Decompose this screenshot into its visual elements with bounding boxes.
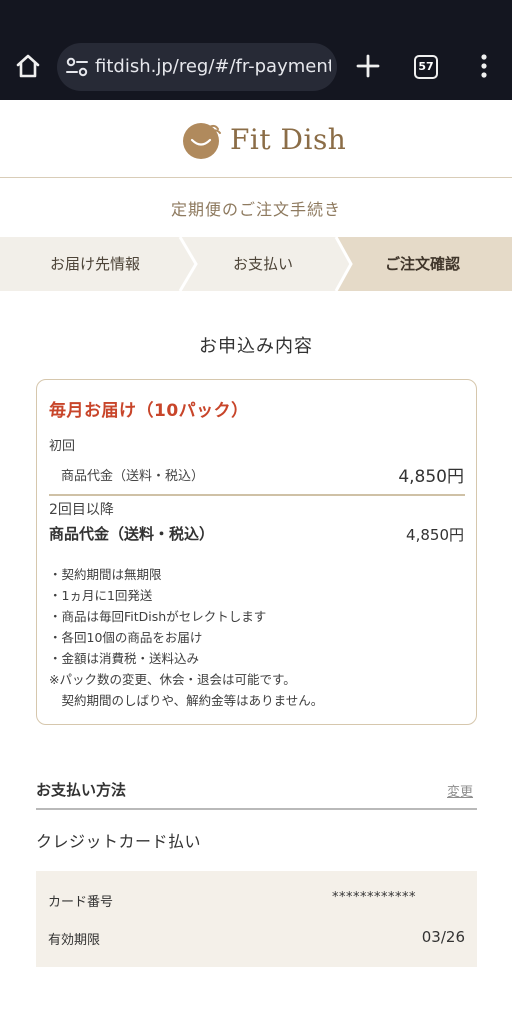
step-indicator: お届け先情報 お支払い ご注文確認 bbox=[0, 237, 512, 291]
recurring-price-label: 商品代金（送料・税込） bbox=[49, 525, 215, 543]
url-text[interactable]: fitdish.jp/reg/#/fr-payment- bbox=[95, 55, 331, 79]
home-icon[interactable] bbox=[14, 52, 42, 80]
new-tab-icon[interactable] bbox=[354, 52, 382, 80]
browser-toolbar: fitdish.jp/reg/#/fr-payment- 57 bbox=[0, 0, 512, 100]
credit-card-details: カード番号 ************ 有効期限 03/26 bbox=[36, 871, 477, 967]
card-divider bbox=[49, 494, 465, 496]
step-order-confirmation: ご注文確認 bbox=[385, 255, 461, 273]
step-shipping-info: お届け先情報 bbox=[50, 255, 141, 273]
tab-switcher-button[interactable]: 57 bbox=[414, 55, 438, 79]
site-header: Fit Dish bbox=[0, 100, 512, 178]
order-summary-card: 毎月お届け（10パック） 初回 商品代金（送料・税込） 4,850円 2回目以降… bbox=[36, 379, 477, 725]
plan-note: ※パック数の変更、休会・退会は可能です。 bbox=[49, 672, 296, 687]
address-bar[interactable]: fitdish.jp/reg/#/fr-payment- bbox=[57, 43, 337, 91]
plan-note: ・契約期間は無期限 bbox=[49, 567, 162, 582]
payment-method-value: クレジットカード払い bbox=[36, 832, 202, 851]
plan-note: ・金額は消費税・送料込み bbox=[49, 651, 200, 666]
subtitle-band: 定期便のご注文手続き bbox=[0, 179, 512, 237]
expiry-label: 有効期限 bbox=[48, 933, 101, 948]
payment-method-heading: お支払い方法 bbox=[36, 781, 127, 799]
page-subtitle: 定期便のご注文手続き bbox=[170, 200, 341, 219]
site-settings-icon[interactable] bbox=[65, 56, 89, 78]
fitdish-logo-icon bbox=[183, 123, 221, 159]
expiry-value: 03/26 bbox=[421, 928, 465, 946]
recurring-price-value: 4,850円 bbox=[406, 526, 464, 544]
change-payment-link[interactable]: 変更 bbox=[447, 781, 473, 800]
plan-note: 契約期間のしばりや、解約金等はありません。 bbox=[49, 693, 324, 708]
plan-title: 毎月お届け（10パック） bbox=[49, 401, 249, 421]
step-payment: お支払い bbox=[233, 255, 294, 273]
recurring-delivery-label: 2回目以降 bbox=[49, 502, 114, 518]
first-price-label: 商品代金（送料・税込） bbox=[61, 469, 205, 484]
plan-note: ・商品は毎回FitDishがセレクトします bbox=[49, 609, 267, 624]
plan-note: ・1ヵ月に1回発送 bbox=[49, 588, 153, 603]
first-delivery-label: 初回 bbox=[49, 439, 76, 454]
card-number-value: ************ bbox=[332, 890, 416, 905]
plan-notes: ・契約期間は無期限 ・1ヵ月に1回発送 ・商品は毎回FitDishがセレクトしま… bbox=[49, 564, 469, 711]
plan-note: ・各回10個の商品をお届け bbox=[49, 630, 203, 645]
brand-name: Fit Dish bbox=[230, 123, 347, 156]
section-title: お申込み内容 bbox=[199, 336, 313, 357]
more-menu-icon[interactable] bbox=[472, 52, 496, 80]
card-number-label: カード番号 bbox=[48, 895, 114, 910]
payment-divider bbox=[36, 808, 477, 810]
first-price-value: 4,850円 bbox=[398, 467, 464, 487]
